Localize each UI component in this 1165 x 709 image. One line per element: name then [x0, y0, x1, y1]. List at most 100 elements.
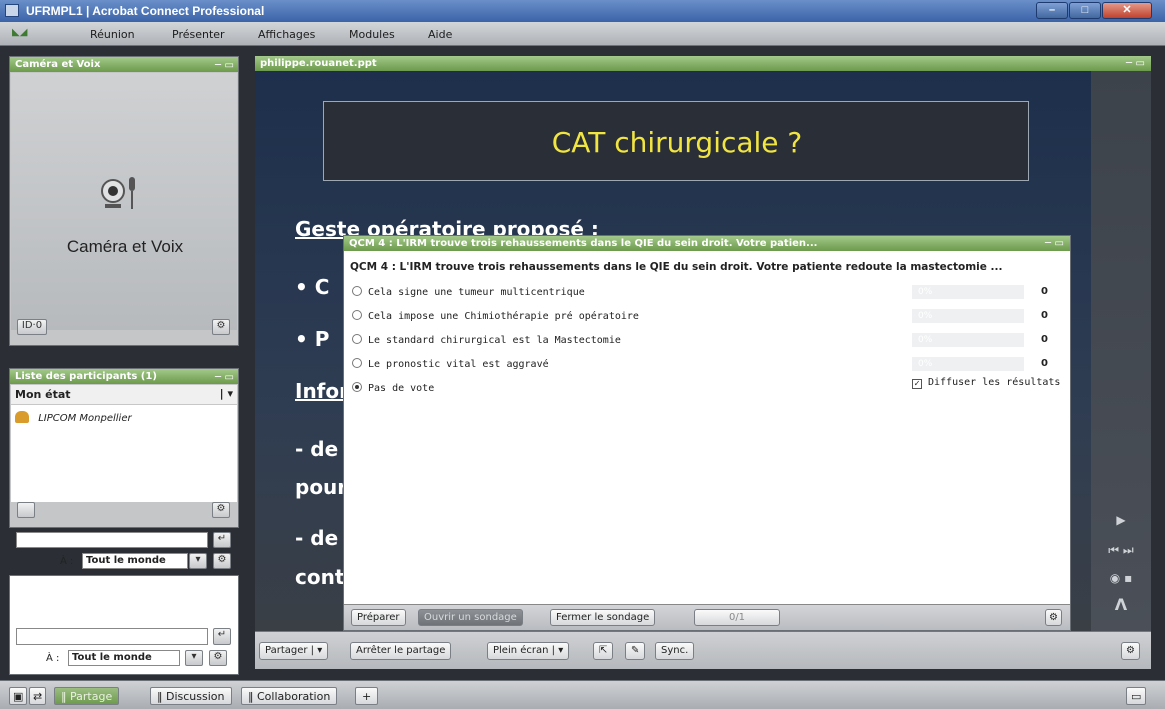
- recipient-select[interactable]: Tout le monde: [82, 553, 188, 569]
- sync-button[interactable]: Sync.: [655, 642, 695, 660]
- camera-pod: Caméra et Voix ─ ▭ Caméra et Voix ID·0 ⚙: [9, 56, 239, 346]
- result-bar: 0%: [912, 285, 1024, 299]
- send-icon[interactable]: ↵: [213, 628, 231, 645]
- tab-partage[interactable]: ‖ Partage: [54, 687, 120, 705]
- stop-sharing-button[interactable]: Arrêter le partage: [350, 642, 452, 660]
- radio-button[interactable]: [352, 286, 362, 296]
- window-title: UFRMPL1 | Acrobat Connect Professional: [26, 4, 265, 18]
- chat-settings-icon[interactable]: ⚙: [213, 553, 231, 569]
- share-settings-icon[interactable]: ⚙: [1121, 642, 1140, 660]
- poll-option[interactable]: Cela impose une Chimiothérapie pré opéra…: [352, 310, 639, 322]
- pods-menu-icon[interactable]: ▭: [1126, 687, 1147, 705]
- participants-pod-header: Liste des participants (1) ─ ▭: [10, 369, 238, 384]
- menu-presenter[interactable]: Présenter: [172, 28, 225, 41]
- tab-partage-label: Partage: [70, 690, 113, 703]
- menu-aide[interactable]: Aide: [428, 28, 452, 41]
- recipient-label: À :: [46, 653, 60, 664]
- radio-button[interactable]: [352, 334, 362, 344]
- maximize-button[interactable]: □: [1069, 2, 1101, 19]
- status-button[interactable]: [17, 502, 35, 518]
- poll-option[interactable]: Le pronostic vital est aggravé: [352, 358, 549, 370]
- poll-question: QCM 4 : L'IRM trouve trois rehaussements…: [350, 261, 1003, 273]
- tab-discussion[interactable]: ‖ Discussion: [150, 687, 232, 705]
- slide-line: Infor: [295, 379, 349, 403]
- chevron-down-icon[interactable]: ▾: [189, 553, 207, 569]
- close-button[interactable]: ✕: [1102, 2, 1152, 19]
- slide-line: • P: [295, 327, 330, 351]
- layout-print-icon[interactable]: ▣: [9, 687, 28, 705]
- pointer-tool-icon[interactable]: ⇱: [593, 642, 614, 660]
- recipient-value: Tout le monde: [72, 652, 152, 663]
- layout-bar: ▣ ⇄ ‖ Partage ‖ Discussion ‖ Collaborati…: [0, 680, 1165, 709]
- participants-list: Mon état | ▾ LIPCOM Monpellier: [11, 385, 237, 502]
- chevron-down-icon[interactable]: | ▾: [220, 387, 233, 400]
- camera-settings-icon[interactable]: ⚙: [212, 319, 230, 335]
- view-options-icon[interactable]: ◉ ▪: [1091, 571, 1151, 585]
- pod-options-icon[interactable]: ─ ▭: [1126, 56, 1145, 71]
- share-button-label: Partager: [265, 645, 308, 656]
- status-column-header[interactable]: Mon état | ▾: [11, 385, 237, 405]
- menu-affichages[interactable]: Affichages: [258, 28, 315, 41]
- share-button[interactable]: Partager | ▾: [259, 642, 329, 660]
- window-titlebar: UFRMPL1 | Acrobat Connect Professional –…: [0, 0, 1165, 22]
- status-header-label: Mon état: [15, 388, 71, 401]
- tab-collaboration[interactable]: ‖ Collaboration: [241, 687, 338, 705]
- radio-button[interactable]: [352, 358, 362, 368]
- poll-title: QCM 4 : L'IRM trouve trois rehaussements…: [349, 238, 818, 249]
- broadcast-results-checkbox[interactable]: ✓ Diffuser les résultats: [912, 377, 1060, 389]
- slide-controls: ▶ ⏮ ⏭ ◉ ▪ Λ: [1091, 71, 1151, 631]
- send-icon[interactable]: ↵: [213, 532, 231, 548]
- recipient-label: À :: [60, 556, 74, 567]
- user-icon: [15, 411, 29, 423]
- share-toolbar: Partager | ▾ Arrêter le partage Plein éc…: [255, 631, 1151, 669]
- result-bar: 0%: [912, 309, 1024, 323]
- checkbox-icon[interactable]: ✓: [912, 379, 922, 389]
- option-label: Pas de vote: [368, 383, 435, 394]
- vote-count: 0: [1041, 310, 1048, 321]
- option-label: Le pronostic vital est aggravé: [368, 359, 549, 370]
- camera-area: Caméra et Voix: [11, 73, 237, 330]
- fullscreen-button-label: Plein écran: [493, 645, 549, 656]
- layout-chart-icon[interactable]: ⇄: [29, 687, 47, 705]
- close-poll-button[interactable]: Fermer le sondage: [550, 609, 656, 626]
- annotate-tool-icon[interactable]: ✎: [625, 642, 646, 660]
- play-icon[interactable]: ▶: [1091, 513, 1151, 527]
- poll-option[interactable]: Cela signe une tumeur multicentrique: [352, 286, 585, 298]
- poll-option[interactable]: Le standard chirurgical est la Mastectom…: [352, 334, 621, 346]
- recipient-select[interactable]: Tout le monde: [68, 650, 180, 666]
- poll-pod: QCM 4 : L'IRM trouve trois rehaussements…: [343, 235, 1071, 631]
- slide-title-box: CAT chirurgicale ?: [323, 101, 1029, 181]
- result-bar: 0%: [912, 357, 1024, 371]
- pod-options-icon[interactable]: ─ ▭: [215, 58, 234, 72]
- poll-header: QCM 4 : L'IRM trouve trois rehaussements…: [344, 236, 1070, 251]
- camera-pod-title: Caméra et Voix: [15, 59, 101, 70]
- slide-line: - de: [295, 437, 339, 461]
- menu-modules[interactable]: Modules: [349, 28, 395, 41]
- chat-settings-icon[interactable]: ⚙: [209, 650, 227, 666]
- option-label: Cela signe une tumeur multicentrique: [368, 287, 585, 298]
- menu-reunion[interactable]: Réunion: [90, 28, 135, 41]
- slide-line: - de: [295, 526, 339, 550]
- slide-line: pour: [295, 475, 348, 499]
- tab-discussion-label: Discussion: [166, 690, 225, 703]
- prepare-button[interactable]: Préparer: [351, 609, 406, 626]
- participants-settings-icon[interactable]: ⚙: [212, 502, 230, 518]
- pod-options-icon[interactable]: ─ ▭: [215, 370, 234, 384]
- radio-button[interactable]: [352, 382, 362, 392]
- minimize-button[interactable]: –: [1036, 2, 1068, 19]
- vote-count: 0: [1041, 358, 1048, 369]
- fullscreen-button[interactable]: Plein écran | ▾: [487, 642, 570, 660]
- radio-button[interactable]: [352, 310, 362, 320]
- list-item[interactable]: LIPCOM Monpellier: [15, 411, 132, 424]
- poll-settings-icon[interactable]: ⚙: [1045, 609, 1062, 626]
- chevron-down-icon[interactable]: ▾: [185, 650, 203, 666]
- camera-pod-header: Caméra et Voix ─ ▭: [10, 57, 238, 72]
- poll-option-no-vote[interactable]: Pas de vote: [352, 382, 434, 394]
- prev-next-icon[interactable]: ⏮ ⏭: [1091, 543, 1151, 558]
- chat-input[interactable]: [16, 532, 208, 548]
- chat-input-2[interactable]: [16, 628, 208, 645]
- open-poll-button[interactable]: Ouvrir un sondage: [418, 609, 523, 626]
- pod-options-icon[interactable]: ─ ▭: [1045, 236, 1064, 251]
- camera-start-button[interactable]: ID·0: [17, 319, 47, 335]
- add-layout-button[interactable]: +: [355, 687, 379, 705]
